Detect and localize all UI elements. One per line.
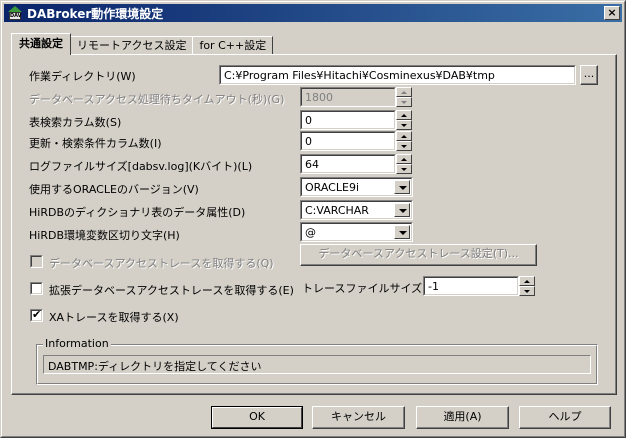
oracle-version-value: ORACLE9i [305,181,360,194]
spin-up-icon[interactable] [519,276,535,286]
checkmark-icon: ✔ [32,308,42,321]
oracle-version-label: 使用するORACLEのバージョン(V) [29,183,199,196]
log-size-field[interactable] [300,154,396,174]
xa-trace-label: XAトレースを取得する(X) [49,311,179,324]
log-size-spinner[interactable] [396,154,412,174]
tab-remote-access-settings[interactable]: リモートアクセス設定 [70,36,194,55]
title-bar: DAV DABroker動作環境設定 × [4,4,622,22]
hirdb-dict-value: C:VARCHAR [305,204,369,217]
log-size-input[interactable] [303,157,393,171]
spin-down-icon[interactable] [396,120,412,130]
spin-up-icon[interactable] [396,154,412,164]
browse-button[interactable]: ... [580,65,598,85]
db-trace-checkbox [30,255,43,268]
hirdb-env-sep-select[interactable]: @ [300,222,413,242]
information-legend: Information [43,337,111,350]
work-dir-field[interactable] [219,65,576,85]
db-timeout-spinner [396,87,412,107]
trace-file-size-spinner[interactable] [519,276,535,296]
cancel-button[interactable]: キャンセル [312,406,405,429]
db-trace-label: データベースアクセストレースを取得する(Q) [49,257,274,270]
spin-down-icon[interactable] [396,141,412,151]
table-search-cols-field[interactable] [300,110,396,130]
update-search-cols-label: 更新・検索条件カラム数(I) [29,137,162,150]
table-search-cols-input[interactable] [303,113,393,127]
tab-common-settings[interactable]: 共通設定 [11,33,71,55]
close-button[interactable]: × [604,6,620,20]
table-search-cols-spinner[interactable] [396,110,412,130]
app-icon: DAV [7,6,23,20]
apply-button[interactable]: 適用(A) [416,406,509,429]
db-timeout-input [303,90,393,104]
dialog-window: DAV DABroker動作環境設定 × 共通設定 リモートアクセス設定 for… [0,0,626,438]
trace-file-size-label: トレースファイルサイズ(F) [302,282,438,295]
update-search-cols-input[interactable] [303,134,393,148]
table-search-cols-label: 表検索カラム数(S) [29,116,122,129]
tab-cpp-settings[interactable]: for C++設定 [192,36,274,55]
work-dir-input[interactable] [222,68,573,82]
db-timeout-label: データベースアクセス処理待ちタイムアウト(秒)(G) [29,93,285,106]
log-size-label: ログファイルサイズ[dabsv.log](Kバイト)(L) [29,160,253,173]
hirdb-dict-select[interactable]: C:VARCHAR [300,200,413,220]
window-title: DABroker動作環境設定 [27,6,164,21]
hirdb-dict-label: HiRDBのディクショナリ表のデータ属性(D) [29,206,246,219]
help-button[interactable]: ヘルプ [519,406,611,429]
spin-up-icon [396,87,412,97]
spin-up-icon[interactable] [396,131,412,141]
xa-trace-checkbox[interactable]: ✔ [30,308,43,322]
chevron-down-icon[interactable] [394,203,410,217]
chevron-down-icon[interactable] [394,180,410,194]
ext-trace-label: 拡張データベースアクセストレースを取得する(E) [49,284,294,297]
chevron-down-icon[interactable] [394,225,410,239]
update-search-cols-field[interactable] [300,131,396,151]
work-dir-label: 作業ディレクトリ(W) [29,70,136,83]
tab-strip: 共通設定 リモートアクセス設定 for C++設定 [11,33,274,55]
information-message-field: DABTMP:ディレクトリを指定してください [43,355,591,374]
ok-button[interactable]: OK [211,406,303,429]
spin-down-icon [396,97,412,107]
ext-trace-checkbox[interactable] [30,282,43,295]
db-trace-settings-button: データベースアクセストレース設定(T)... [300,244,537,266]
spin-up-icon[interactable] [396,110,412,120]
trace-file-size-field[interactable] [423,276,519,296]
hirdb-env-sep-label: HiRDB環境変数区切り文字(H) [29,229,180,242]
hirdb-env-sep-value: @ [305,226,316,239]
information-message: DABTMP:ディレクトリを指定してください [48,360,262,373]
oracle-version-select[interactable]: ORACLE9i [300,177,413,197]
spin-down-icon[interactable] [519,286,535,296]
db-timeout-field [300,87,396,107]
trace-file-size-input[interactable] [426,279,516,293]
update-search-cols-spinner[interactable] [396,131,412,151]
spin-down-icon[interactable] [396,164,412,174]
